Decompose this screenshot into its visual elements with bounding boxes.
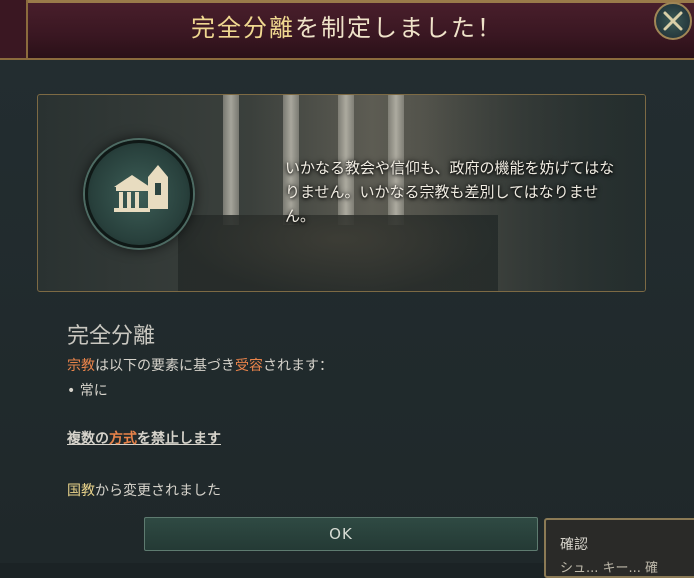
acceptance-link[interactable]: 受容 xyxy=(235,358,263,374)
religion-link[interactable]: 宗教 xyxy=(67,358,95,374)
law-emblem xyxy=(85,140,193,248)
effect-prefix: 複数の xyxy=(67,431,109,447)
effect-line[interactable]: 複数の方式を禁止します xyxy=(67,428,221,448)
ok-button[interactable]: OK xyxy=(144,517,538,551)
changed-from-line: 国教から変更されました xyxy=(67,480,221,500)
acceptance-end-text: されます： xyxy=(263,358,333,374)
title-law-name: 完全分離 xyxy=(191,14,295,42)
church-government-icon xyxy=(114,165,168,212)
illustration-pillar xyxy=(223,95,239,225)
close-button[interactable] xyxy=(654,2,692,40)
dialog-header: 完全分離を制定しました！ xyxy=(0,0,694,60)
tooltip-subtitle: シュ... キー... 確 xyxy=(560,561,659,576)
title-suffix: を制定しました！ xyxy=(295,14,503,42)
effect-suffix: を禁止します xyxy=(137,431,221,447)
close-icon xyxy=(663,11,683,31)
acceptance-line: 宗教は以下の要素に基づき受容されます： xyxy=(67,355,333,375)
dialog-title: 完全分離を制定しました！ xyxy=(0,8,694,43)
acceptance-text: は以下の要素に基づき xyxy=(95,358,235,374)
confirm-tooltip: 確認 シュ... キー... 確 xyxy=(544,518,694,578)
method-link[interactable]: 方式 xyxy=(109,431,137,447)
tooltip-title: 確認 xyxy=(560,537,588,553)
condition-line: • 常に xyxy=(67,383,108,399)
law-name-heading: 完全分離 xyxy=(67,324,156,349)
law-description: いかなる教会や信仰も、政府の機能を妨げてはなりません。いかなる宗教も差別してはな… xyxy=(285,159,615,225)
changed-from-text: から変更されました xyxy=(95,483,221,499)
previous-law-link[interactable]: 国教 xyxy=(67,483,95,499)
